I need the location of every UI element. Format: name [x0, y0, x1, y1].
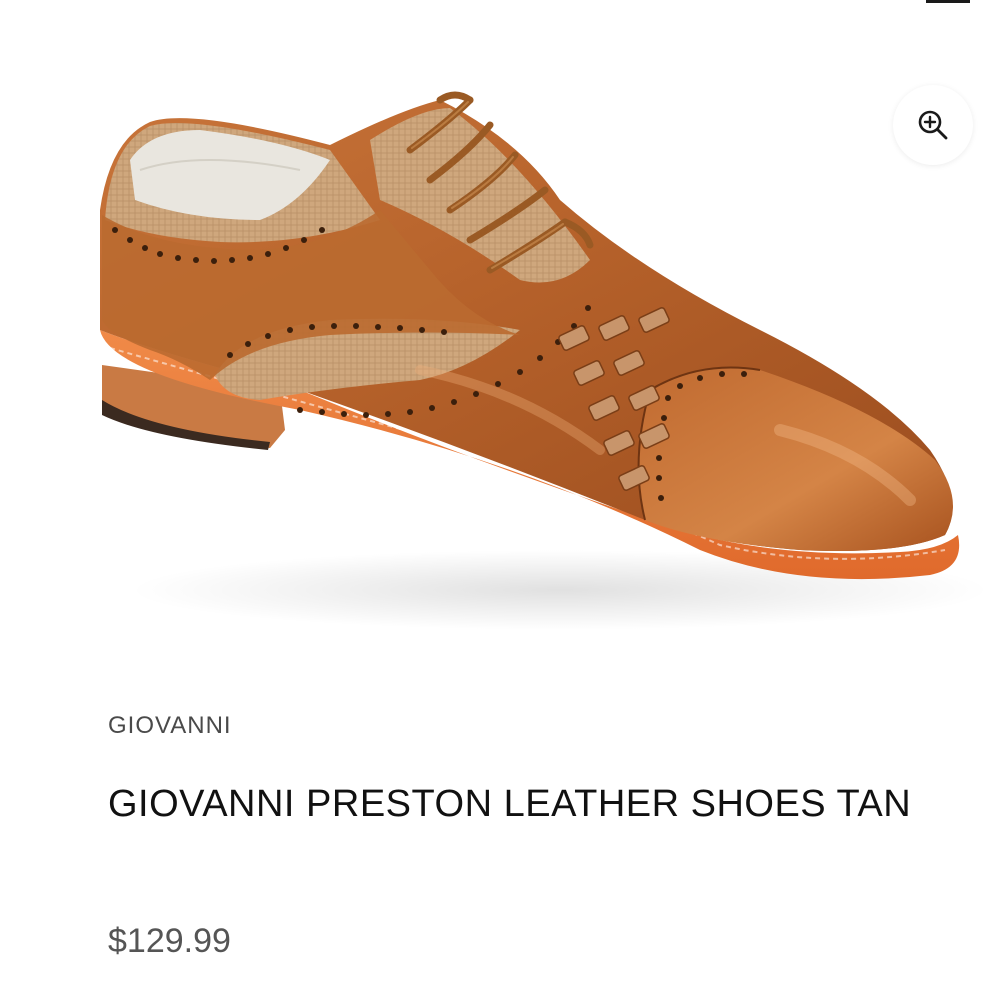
product-brand[interactable]: GIOVANNI — [108, 712, 232, 740]
product-title: GIOVANNI PRESTON LEATHER SHOES TAN — [108, 783, 912, 825]
top-bar-edge — [926, 0, 970, 3]
product-image[interactable] — [0, 30, 1000, 650]
product-page: GIOVANNI GIOVANNI PRESTON LEATHER SHOES … — [0, 0, 1000, 1000]
zoom-button[interactable] — [893, 85, 973, 165]
product-price: $129.99 — [108, 922, 231, 960]
zoom-in-icon — [918, 110, 948, 140]
